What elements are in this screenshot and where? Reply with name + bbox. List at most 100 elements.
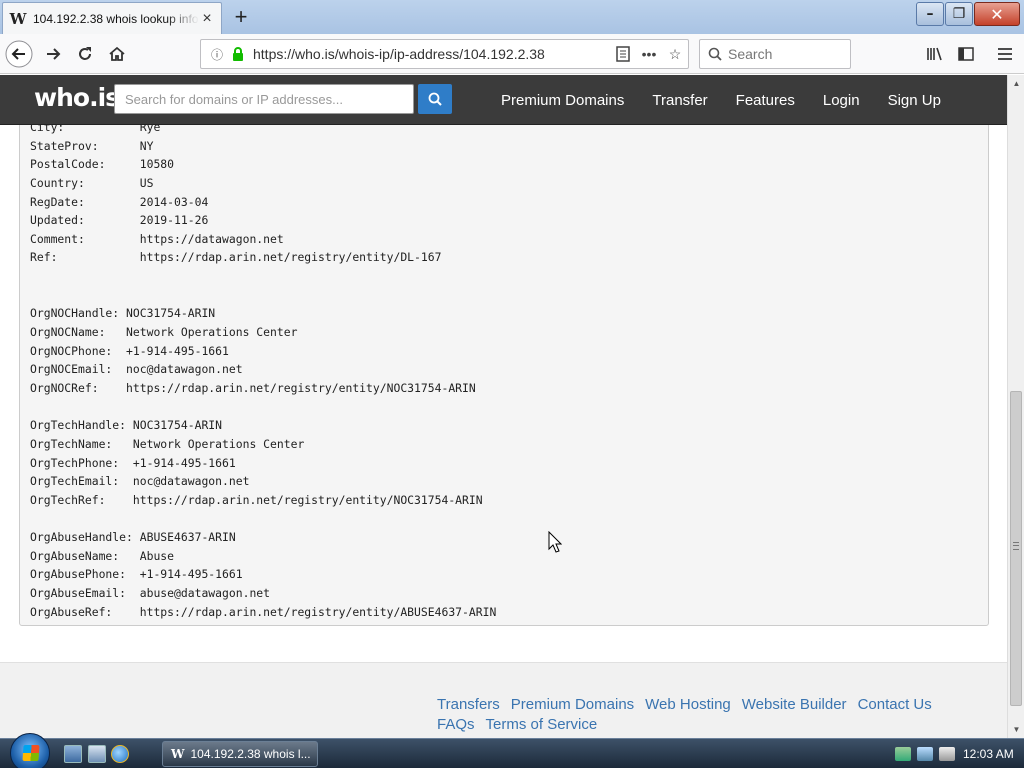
footer-link-web-hosting[interactable]: Web Hosting bbox=[645, 695, 731, 715]
whois-line bbox=[30, 267, 980, 286]
search-icon bbox=[708, 47, 722, 61]
footer-links: Transfers Premium Domains Web Hosting Websi… bbox=[437, 695, 957, 735]
taskbar-window-label: 104.192.2.38 whois l... bbox=[190, 747, 311, 761]
whois-line: OrgAbuseEmail: abuse@datawagon.net bbox=[30, 586, 271, 601]
whois-record-text: City: Rye StateProv: NY PostalCode: 10580 C… bbox=[30, 118, 980, 621]
info-icon[interactable]: ⓘ bbox=[205, 46, 229, 63]
close-icon: ✕ bbox=[990, 4, 1004, 24]
scrollbar-thumb[interactable] bbox=[1010, 391, 1022, 706]
whois-line: OrgAbusePhone: +1-914-495-1661 bbox=[30, 567, 243, 582]
scroll-down-arrow-icon[interactable]: ▼ bbox=[1008, 721, 1024, 738]
browser-search-bar[interactable] bbox=[699, 39, 851, 69]
system-tray: 12:03 AM bbox=[889, 739, 1024, 768]
minimize-icon: – bbox=[926, 6, 934, 22]
volume-muted-icon[interactable] bbox=[939, 747, 955, 761]
site-favicon-icon: W bbox=[9, 9, 27, 28]
sidebar-icon bbox=[958, 47, 974, 61]
window-controls: – ❐ ✕ bbox=[916, 2, 1020, 26]
site-logo[interactable]: who.is bbox=[34, 83, 120, 112]
show-desktop-icon[interactable] bbox=[64, 745, 82, 763]
nav-premium-domains[interactable]: Premium Domains bbox=[487, 92, 638, 109]
library-icon bbox=[927, 47, 942, 61]
site-header: who.is Premium DomainsTransferFeaturesLo… bbox=[0, 75, 1007, 125]
internet-explorer-icon[interactable] bbox=[111, 745, 129, 763]
reload-button[interactable] bbox=[70, 39, 100, 69]
whois-line: RegDate: 2014-03-04 bbox=[30, 194, 209, 209]
mouse-cursor-icon bbox=[548, 531, 562, 553]
os-taskbar: W 104.192.2.38 whois l... 12:03 AM bbox=[0, 733, 1024, 768]
whois-line: OrgNOCEmail: noc@datawagon.net bbox=[30, 362, 243, 377]
close-tab-icon[interactable]: × bbox=[199, 10, 215, 27]
browser-search-input[interactable] bbox=[728, 46, 838, 62]
bookmark-star-icon[interactable]: ☆ bbox=[662, 42, 688, 66]
lock-icon[interactable] bbox=[229, 45, 247, 63]
whois-line: OrgNOCHandle: NOC31754-ARIN bbox=[30, 306, 216, 321]
new-tab-button[interactable]: + bbox=[228, 4, 254, 30]
tab-title: 104.192.2.38 whois lookup information bbox=[33, 11, 199, 26]
site-favicon-icon: W bbox=[171, 747, 185, 761]
minimize-button[interactable]: – bbox=[916, 2, 944, 26]
whois-line: OrgTechName: Network Operations Center bbox=[30, 436, 305, 451]
sidebar-button[interactable] bbox=[951, 39, 981, 69]
browser-titlebar: W 104.192.2.38 whois lookup information … bbox=[0, 0, 1024, 34]
footer-link-faqs[interactable]: FAQs bbox=[437, 715, 475, 735]
back-arrow-icon bbox=[5, 40, 33, 68]
page-scrollbar[interactable]: ▲ ▼ bbox=[1007, 75, 1024, 738]
explorer-icon[interactable] bbox=[88, 745, 106, 763]
whois-line: OrgNOCPhone: +1-914-495-1661 bbox=[30, 343, 229, 358]
whois-line: OrgTechEmail: noc@datawagon.net bbox=[30, 474, 250, 489]
url-text[interactable]: https://who.is/whois-ip/ip-address/104.1… bbox=[247, 46, 610, 62]
whois-line bbox=[30, 398, 980, 417]
footer-link-transfers[interactable]: Transfers bbox=[437, 695, 500, 715]
nav-features[interactable]: Features bbox=[722, 92, 809, 109]
page-actions-icon[interactable]: ••• bbox=[636, 42, 662, 66]
scroll-up-arrow-icon[interactable]: ▲ bbox=[1008, 75, 1024, 92]
footer-link-terms-of-service[interactable]: Terms of Service bbox=[486, 715, 598, 735]
forward-button[interactable] bbox=[38, 39, 68, 69]
whois-line bbox=[30, 286, 980, 305]
footer-link-contact-us[interactable]: Contact Us bbox=[858, 695, 932, 715]
footer-link-premium-domains[interactable]: Premium Domains bbox=[511, 695, 634, 715]
site-nav: Premium Domains Transfer Features Login Sign… bbox=[487, 75, 955, 125]
taskbar-clock[interactable]: 12:03 AM bbox=[963, 747, 1014, 761]
reader-view-icon[interactable] bbox=[610, 42, 636, 66]
site-footer: Transfers Premium Domains Web Hosting Websi… bbox=[0, 662, 1007, 738]
whois-line: PostalCode: 10580 bbox=[30, 157, 175, 172]
action-center-icon[interactable] bbox=[895, 747, 911, 761]
whois-line: OrgNOCName: Network Operations Center bbox=[30, 325, 298, 340]
whois-line: OrgAbuseRef: https://rdap.arin.net/regis… bbox=[30, 604, 497, 619]
nav-transfer[interactable]: Transfer bbox=[638, 92, 721, 109]
footer-link-website-builder[interactable]: Website Builder bbox=[742, 695, 847, 715]
browser-toolbar: ⓘ https://who.is/whois-ip/ip-address/104… bbox=[0, 34, 1024, 74]
whois-line: OrgTechRef: https://rdap.arin.net/regist… bbox=[30, 492, 483, 507]
back-button[interactable] bbox=[4, 39, 34, 69]
address-bar[interactable]: ⓘ https://who.is/whois-ip/ip-address/104… bbox=[200, 39, 689, 69]
forward-arrow-icon bbox=[47, 48, 61, 60]
whois-line: Comment: https://datawagon.net bbox=[30, 231, 284, 246]
whois-line: Updated: 2019-11-26 bbox=[30, 213, 209, 228]
home-button[interactable] bbox=[102, 39, 132, 69]
browser-tab[interactable]: W 104.192.2.38 whois lookup information … bbox=[2, 2, 222, 34]
network-icon[interactable] bbox=[917, 747, 933, 761]
whois-line: StateProv: NY bbox=[30, 138, 154, 153]
domain-search-button[interactable] bbox=[418, 84, 452, 114]
restore-button[interactable]: ❐ bbox=[945, 2, 973, 26]
reload-icon bbox=[79, 47, 91, 60]
nav-login[interactable]: Login bbox=[809, 92, 874, 109]
whois-line: Ref: https://rdap.arin.net/registry/enti… bbox=[30, 250, 442, 265]
menu-button[interactable] bbox=[990, 39, 1020, 69]
whois-line: OrgNOCRef: https://rdap.arin.net/registr… bbox=[30, 380, 476, 395]
whois-record-box: City: Rye StateProv: NY PostalCode: 10580 C… bbox=[19, 105, 989, 626]
start-button[interactable] bbox=[10, 733, 50, 768]
library-button[interactable] bbox=[920, 39, 950, 69]
taskbar-firefox-window[interactable]: W 104.192.2.38 whois l... bbox=[162, 741, 318, 767]
whois-line: OrgTechPhone: +1-914-495-1661 bbox=[30, 455, 236, 470]
restore-icon: ❐ bbox=[952, 6, 966, 22]
whois-line: OrgAbuseName: Abuse bbox=[30, 548, 175, 563]
nav-sign-up[interactable]: Sign Up bbox=[874, 92, 955, 109]
close-window-button[interactable]: ✕ bbox=[974, 2, 1020, 26]
search-icon bbox=[428, 92, 442, 106]
domain-search-input[interactable] bbox=[114, 84, 414, 114]
home-icon bbox=[109, 46, 125, 61]
whois-line: OrgTechHandle: NOC31754-ARIN bbox=[30, 418, 223, 433]
